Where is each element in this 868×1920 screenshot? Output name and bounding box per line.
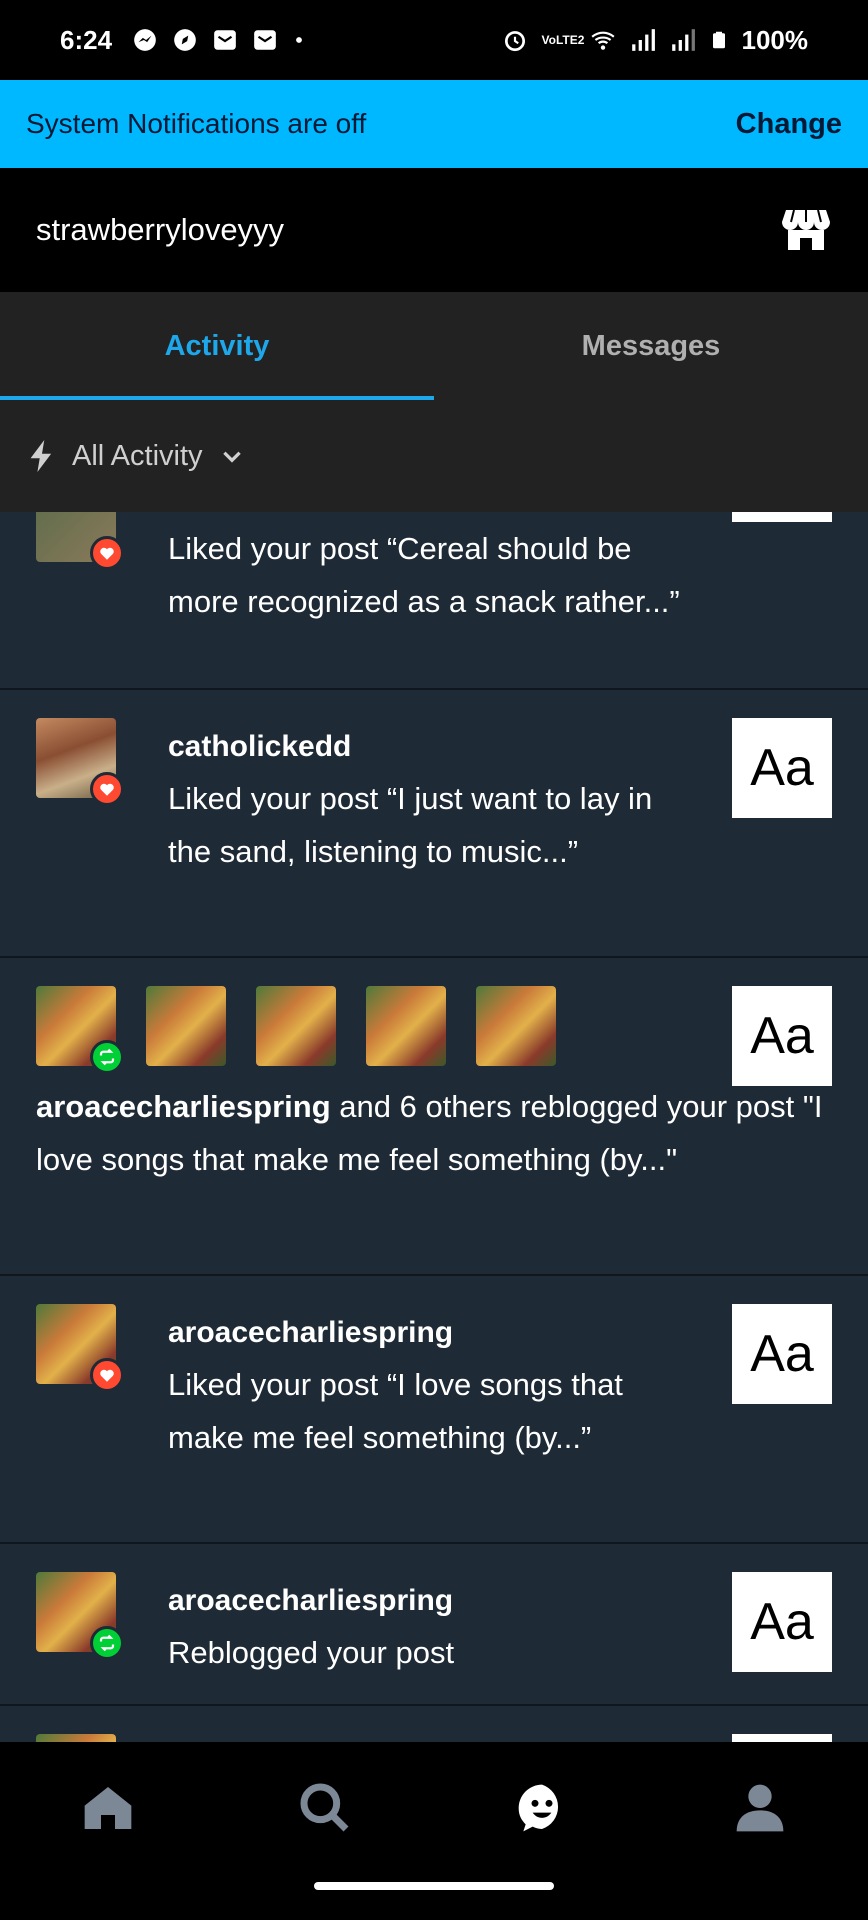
heart-icon [90,772,124,806]
activity-face-icon [518,1784,559,1832]
activity-filter[interactable]: All Activity [0,400,868,512]
avatar[interactable] [36,1734,116,1742]
item-username[interactable]: catholickedd [168,730,351,764]
heart-icon [90,536,124,570]
tab-messages[interactable]: Messages [434,292,868,400]
filter-label: All Activity [72,439,203,472]
home-icon [84,1787,132,1829]
messenger-icon [134,29,156,51]
blog-name[interactable]: strawberryloveyyy [36,212,284,248]
avatar[interactable] [146,986,226,1066]
nav-account[interactable] [730,1778,790,1838]
tab-activity[interactable]: Activity [0,292,434,400]
nav-activity[interactable] [512,1778,572,1838]
avatar[interactable] [36,1304,124,1392]
item-text: Liked your post “Cereal should be more r… [168,531,680,619]
list-item[interactable]: catholickedd Liked your post “I just wan… [0,690,868,958]
banner-text: System Notifications are off [26,108,367,139]
battery-icon [712,31,725,49]
header: strawberryloveyyy [0,168,868,292]
avatar[interactable] [36,986,124,1074]
bottom-nav [0,1742,868,1920]
item-text: aroacecharliespring and 6 others reblogg… [36,1080,836,1186]
item-username[interactable]: aroacecharliespring [36,1089,331,1124]
notifications-off-banner: System Notifications are off Change [0,80,868,168]
item-username[interactable]: aroacecharliespring [168,1584,453,1618]
item-text: Liked your post “I just want to lay in t… [168,781,653,869]
tab-bar: Activity Messages [0,292,868,400]
signal-icon [671,29,695,51]
account-icon [736,1784,784,1832]
nav-search[interactable] [295,1778,355,1838]
item-text: Reblogged your post [168,1635,455,1670]
status-bar: 6:24 VoLTE2 100% [0,0,868,80]
list-item[interactable]: Aa aroacecharliespring and 6 others rebl… [0,958,868,1276]
post-thumbnail[interactable] [732,1734,832,1742]
item-text: Liked your post “I love songs that make … [168,1367,623,1455]
activity-feed: Liked your post “Cereal should be more r… [0,512,868,1742]
volte-icon: VoLTE2 [541,33,585,47]
item-username[interactable]: aroacecharliespring [168,1316,453,1350]
post-thumbnail[interactable]: Aa [732,718,832,818]
change-button[interactable]: Change [736,108,842,141]
avatar[interactable] [476,986,556,1066]
chevron-down-icon [222,451,241,463]
home-indicator[interactable] [314,1882,554,1890]
heart-icon [90,1358,124,1392]
post-thumbnail[interactable]: Aa [732,512,832,522]
lightning-icon [30,440,52,472]
wifi-icon [590,31,615,50]
nav-home[interactable] [78,1778,138,1838]
avatar[interactable] [36,1572,124,1660]
list-item[interactable]: aroacecharliespring Liked your post “I l… [0,1276,868,1544]
store-icon[interactable] [780,204,832,256]
post-thumbnail[interactable]: Aa [732,1572,832,1672]
mail-icon [214,30,236,50]
avatar[interactable] [36,718,124,806]
post-thumbnail[interactable]: Aa [732,1304,832,1404]
avatar[interactable] [256,986,336,1066]
list-item[interactable]: Liked your post “Cereal should be more r… [0,512,868,690]
signal-icon [631,29,655,51]
status-time: 6:24 [60,24,113,55]
mail-icon [254,30,276,50]
nav-compass-icon [174,29,196,51]
post-thumbnail[interactable]: Aa [732,986,832,1086]
dot-icon [296,37,302,43]
list-item[interactable]: aroacecharliespring Reblogged your post … [0,1544,868,1706]
reblog-icon [90,1626,124,1660]
avatar[interactable] [36,512,124,570]
reblog-icon [90,1040,124,1074]
battery-percent: 100% [741,24,809,55]
list-item[interactable] [0,1706,868,1742]
avatar[interactable] [366,986,446,1066]
search-icon [300,1783,349,1832]
alarm-icon [504,31,525,52]
